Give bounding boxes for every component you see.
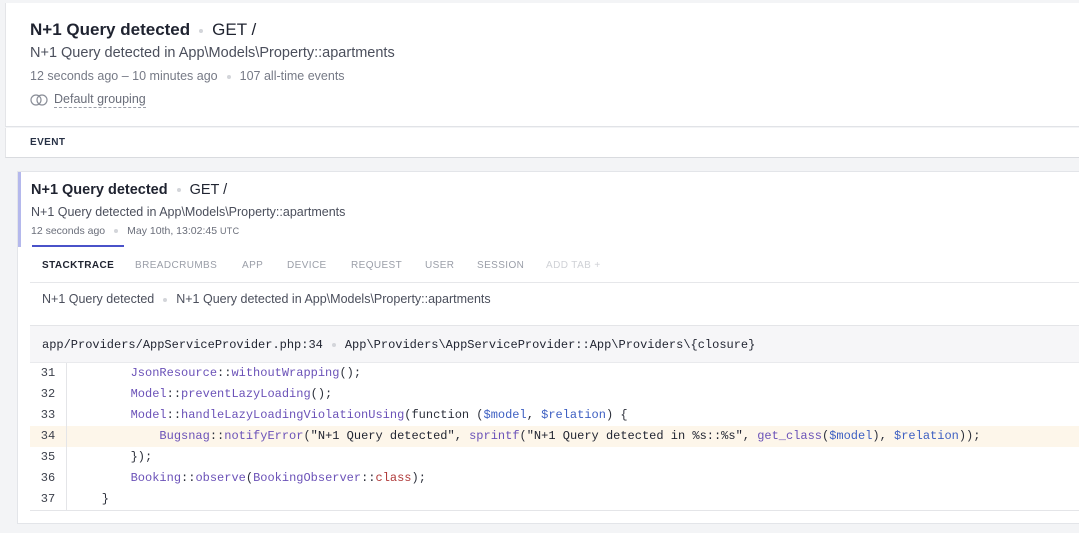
tab-label: USER [425, 260, 455, 271]
line-source: Model::handleLazyLoadingViolationUsing(f… [130, 408, 628, 422]
line-number: 34 [40, 429, 56, 443]
tab-app[interactable]: APP [242, 260, 263, 271]
error-title: N+1 Query detected GET / [30, 20, 256, 40]
line-number: 36 [40, 471, 56, 485]
event-class: N+1 Query detected [31, 182, 168, 198]
separator-dot [331, 342, 336, 347]
event-title: N+1 Query detected GET / [31, 182, 227, 198]
separator-dot [176, 188, 181, 193]
tab-session[interactable]: SESSION [477, 260, 524, 271]
event-message: N+1 Query detected in App\Models\Propert… [31, 205, 346, 219]
code-line: 32 Model::preventLazyLoading(); [30, 384, 1079, 405]
grouping-control[interactable]: Default grouping [30, 92, 146, 109]
tab-label: SESSION [477, 260, 525, 271]
line-source: Model::preventLazyLoading(); [130, 387, 333, 401]
code-line: 35 }); [30, 447, 1079, 468]
tab-breadcrumbs[interactable]: BREADCRUMBS [135, 260, 217, 271]
frame-file: app/Providers/AppServiceProvider.php:34 [42, 338, 323, 352]
add-tab-button[interactable]: ADD TAB + [546, 260, 601, 271]
tab-label: STACKTRACE [42, 260, 115, 271]
tab-label: ADD TAB + [546, 260, 601, 271]
tab-stacktrace[interactable]: STACKTRACE [42, 260, 114, 271]
event-section-bar: EVENT [5, 128, 1079, 158]
separator-dot [163, 297, 168, 302]
event-meta: 12 seconds ago May 10th, 13:02:45 UTC [31, 225, 239, 237]
stacktrace-error-message: N+1 Query detected in App\Models\Propert… [176, 292, 491, 306]
stack-frame-header[interactable]: app/Providers/AppServiceProvider.php:34 A… [30, 325, 1079, 363]
line-number: 31 [40, 366, 56, 380]
error-message: N+1 Query detected in App\Models\Propert… [30, 45, 395, 61]
line-number: 35 [40, 450, 56, 464]
code-line-highlighted: 34 Bugsnag::notifyError("N+1 Query detec… [30, 426, 1079, 447]
event-relative-time: 12 seconds ago [31, 225, 106, 237]
event-header: N+1 Query detected GET / N+1 Query detect… [18, 172, 1079, 247]
line-number: 37 [40, 492, 56, 506]
tab-user[interactable]: USER [425, 260, 454, 271]
stack-frame-location: app/Providers/AppServiceProvider.php:34 A… [42, 338, 755, 352]
error-class: N+1 Query detected [30, 20, 191, 39]
event-tabs: STACKTRACE BREADCRUMBS APP DEVICE REQUES… [30, 245, 1079, 283]
event-context: GET / [189, 182, 228, 198]
active-tab-indicator [32, 245, 124, 247]
frame-method: App\Providers\AppServiceProvider::App\Pr… [344, 338, 756, 352]
event-count: 107 all-time events [239, 69, 345, 83]
line-source: } [73, 492, 110, 506]
line-source: Bugsnag::notifyError("N+1 Query detected… [159, 429, 981, 443]
grouping-icon [30, 94, 48, 109]
event-timestamp: May 10th, 13:02:45 [127, 225, 218, 237]
grouping-label[interactable]: Default grouping [54, 92, 146, 108]
code-line: 37 } [30, 489, 1079, 510]
tab-label: DEVICE [287, 260, 327, 271]
tab-label: REQUEST [351, 260, 403, 271]
code-line: 31 JsonResource::withoutWrapping(); [30, 363, 1079, 384]
event-card: N+1 Query detected GET / N+1 Query detect… [17, 171, 1079, 524]
tab-device[interactable]: DEVICE [287, 260, 327, 271]
error-header: N+1 Query detected GET / N+1 Query detect… [5, 3, 1079, 127]
code-line: 33 Model::handleLazyLoadingViolationUsin… [30, 405, 1079, 426]
error-meta: 12 seconds ago – 10 minutes ago 107 all-t… [30, 69, 345, 83]
separator-dot [114, 229, 119, 234]
separator-dot [226, 74, 231, 79]
error-context: GET / [212, 20, 257, 39]
line-number: 32 [40, 387, 56, 401]
code-snippet: 31 JsonResource::withoutWrapping(); 32 M… [30, 363, 1079, 511]
line-number: 33 [40, 408, 56, 422]
code-line: 36 Booking::observe(BookingObserver::cla… [30, 468, 1079, 489]
event-section-label: EVENT [30, 137, 66, 148]
line-source: Booking::observe(BookingObserver::class)… [130, 471, 426, 485]
tab-label: APP [242, 260, 264, 271]
line-number-gutter [66, 363, 67, 511]
time-range: 12 seconds ago – 10 minutes ago [30, 69, 218, 83]
line-source: }); [73, 450, 153, 464]
separator-dot [199, 28, 204, 33]
event-timezone: UTC [219, 226, 240, 236]
tab-label: BREADCRUMBS [135, 260, 218, 271]
line-source: JsonResource::withoutWrapping(); [130, 366, 362, 380]
tab-request[interactable]: REQUEST [351, 260, 402, 271]
stacktrace-error-class: N+1 Query detected [42, 292, 155, 306]
stacktrace-summary: N+1 Query detected N+1 Query detected in … [42, 292, 491, 306]
